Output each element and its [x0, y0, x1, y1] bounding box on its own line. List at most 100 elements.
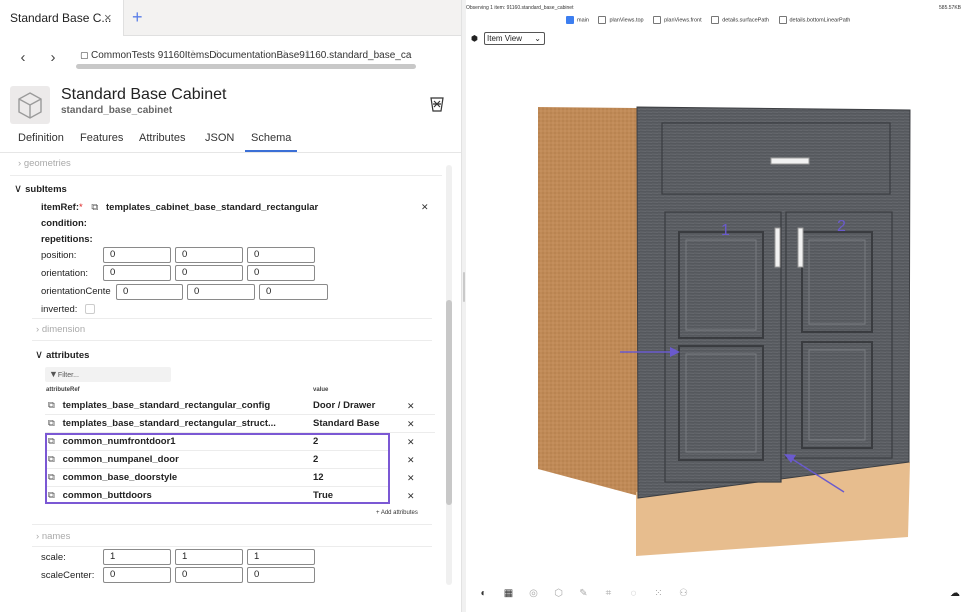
back-button[interactable]: ‹	[15, 49, 31, 66]
breadcrumb-item[interactable]: Items	[185, 50, 209, 61]
repetitions-label: repetitions:	[41, 234, 93, 245]
scale-center-z-input[interactable]: 0	[247, 567, 315, 583]
compass-icon[interactable]: ◎	[521, 588, 546, 599]
grid-icon[interactable]: ▦	[496, 588, 521, 599]
palette-icon[interactable]: ◐	[471, 588, 496, 599]
tab-features[interactable]: Features	[80, 132, 123, 144]
filter-input[interactable]: ▼Filter...	[45, 367, 171, 382]
external-link-icon[interactable]: ⧉	[91, 202, 103, 213]
attribute-row[interactable]: ⧉ templates_base_standard_rectangular_st…	[48, 418, 276, 429]
target-icon[interactable]: ◌	[621, 588, 646, 599]
remove-attribute-button[interactable]: ✕	[407, 455, 415, 466]
attribute-row[interactable]: ⧉ templates_base_standard_rectangular_co…	[48, 400, 270, 411]
door-number-label: 2	[837, 218, 846, 235]
section-label: geometries	[23, 158, 71, 169]
editor-panel: Standard Base C... × + ‹ › ▢ CommonTests…	[0, 0, 462, 612]
item-avatar	[10, 86, 50, 124]
scrollbar-thumb[interactable]	[446, 300, 452, 505]
position-x-input[interactable]: 0	[103, 247, 171, 263]
divider	[32, 318, 432, 319]
crop-icon[interactable]: ⌗	[596, 588, 621, 599]
hierarchy-icon[interactable]: ⚇	[671, 588, 696, 599]
remove-subitem-button[interactable]: ✕	[421, 202, 429, 213]
scale-z-input[interactable]: 1	[247, 549, 315, 565]
remove-attribute-button[interactable]: ✕	[407, 437, 415, 448]
new-tab-button[interactable]: +	[132, 6, 143, 28]
orientation-label: orientation:	[41, 268, 89, 279]
door-handle	[774, 227, 781, 268]
position-z-input[interactable]: 0	[247, 247, 315, 263]
close-icon[interactable]: ×	[104, 0, 112, 36]
scale-label: scale:	[41, 552, 66, 563]
filter-placeholder: Filter...	[57, 372, 79, 379]
attribute-value: Door / Drawer	[313, 400, 376, 411]
divider	[10, 175, 442, 176]
inverted-checkbox[interactable]	[85, 304, 95, 314]
item-subtitle: standard_base_cabinet	[61, 105, 173, 116]
tab-json[interactable]: JSON	[205, 132, 234, 144]
viewer-panel: Observing 1 item: 91160.standard_base_ca…	[466, 0, 969, 612]
external-link-icon[interactable]: ⧉	[48, 418, 60, 429]
external-link-icon[interactable]: ⧉	[48, 400, 60, 411]
scale-y-input[interactable]: 1	[175, 549, 243, 565]
section-label: names	[41, 531, 71, 542]
viewer-toolbar: ◐ ▦ ◎ ⬡ ✎ ⌗ ◌ ⁙ ⚇	[471, 588, 696, 599]
tab-attributes[interactable]: Attributes	[139, 132, 185, 144]
breadcrumb-item[interactable]: 91160.standard_base_ca	[299, 50, 411, 61]
itemref-row: itemRef:* ⧉ templates_cabinet_base_stand…	[41, 202, 318, 213]
breadcrumb-item[interactable]: CommonTests 91160	[91, 50, 185, 61]
tab-schema[interactable]: Schema	[245, 132, 298, 152]
remove-attribute-button[interactable]: ✕	[407, 491, 415, 502]
divider	[32, 524, 432, 525]
inverted-label: inverted:	[41, 304, 78, 315]
scale-x-input[interactable]: 1	[103, 549, 171, 565]
orientation-x-input[interactable]: 0	[103, 265, 171, 281]
orientation-center-x-input[interactable]: 0	[116, 284, 183, 300]
box-icon[interactable]: ⬡	[546, 588, 571, 599]
breadcrumb-item[interactable]: Base	[276, 50, 299, 61]
scale-center-x-input[interactable]: 0	[103, 567, 171, 583]
forward-button[interactable]: ›	[45, 49, 61, 66]
orientation-z-input[interactable]: 0	[247, 265, 315, 281]
orientation-center-z-input[interactable]: 0	[259, 284, 328, 300]
tab-title: Standard Base C...	[10, 11, 112, 25]
drawer-handle	[770, 157, 810, 165]
filter-icon: ▼	[49, 369, 58, 379]
add-attribute-button[interactable]: + Add attributes	[376, 510, 418, 516]
door-number-label: 1	[721, 222, 730, 239]
orientation-center-y-input[interactable]: 0	[187, 284, 255, 300]
attribute-value: Standard Base	[313, 418, 380, 429]
item-tabs: Definition Features Attributes JSON Sche…	[0, 127, 461, 153]
delete-icon[interactable]	[428, 95, 446, 118]
position-y-input[interactable]: 0	[175, 247, 243, 263]
breadcrumb-item[interactable]: Documentation	[209, 50, 276, 61]
breadcrumb-scrollbar[interactable]	[76, 64, 416, 69]
attribute-ref: templates_base_standard_rectangular_stru…	[62, 418, 276, 429]
tab-definition[interactable]: Definition	[18, 132, 64, 144]
column-header-value: value	[313, 387, 329, 393]
divider	[32, 340, 432, 341]
dimension-section[interactable]: › dimension	[36, 324, 85, 335]
geometries-section[interactable]: › geometries	[18, 158, 71, 169]
cloud-download-icon[interactable]: ☁	[950, 588, 960, 599]
document-tab[interactable]: Standard Base C... ×	[0, 0, 124, 36]
brush-icon[interactable]: ✎	[571, 588, 596, 599]
door-handle	[797, 227, 804, 268]
remove-attribute-button[interactable]: ✕	[407, 419, 415, 430]
remove-attribute-button[interactable]: ✕	[407, 401, 415, 412]
splitter-grip[interactable]	[463, 272, 465, 302]
cabinet-3d-view[interactable]: 1 2	[466, 0, 969, 612]
scale-center-y-input[interactable]: 0	[175, 567, 243, 583]
section-label: attributes	[46, 350, 90, 361]
divider	[45, 414, 435, 415]
dots-icon[interactable]: ⁙	[646, 588, 671, 599]
highlight-box	[45, 433, 390, 504]
attributes-section[interactable]: ∨ attributes	[35, 348, 89, 361]
subitems-section[interactable]: ∨ subItems	[14, 182, 67, 195]
remove-attribute-button[interactable]: ✕	[407, 473, 415, 484]
itemref-value[interactable]: templates_cabinet_base_standard_rectangu…	[106, 202, 318, 213]
condition-label: condition:	[41, 218, 87, 229]
orientation-y-input[interactable]: 0	[175, 265, 243, 281]
names-section[interactable]: › names	[36, 531, 70, 542]
vertical-scrollbar[interactable]	[446, 165, 452, 585]
